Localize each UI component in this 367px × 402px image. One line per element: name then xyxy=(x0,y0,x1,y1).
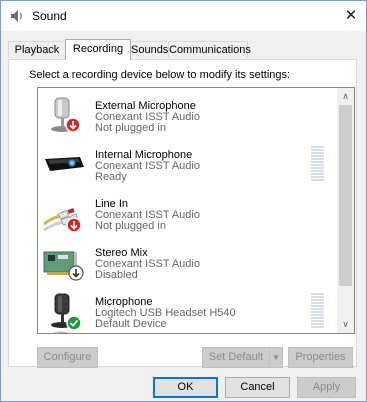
device-status: Ready xyxy=(95,171,127,183)
apply-button[interactable]: Apply xyxy=(297,377,356,398)
internal-microphone-icon xyxy=(45,157,84,171)
unplugged-badge-icon xyxy=(66,217,82,233)
set-default-dropdown-arrow-icon[interactable]: ▼ xyxy=(269,347,283,368)
level-meter xyxy=(311,293,324,329)
device-status: Disabled xyxy=(95,269,138,281)
instructions-text: Select a recording device below to modif… xyxy=(29,69,291,81)
level-meter xyxy=(311,146,324,182)
tab-communications[interactable]: Communications xyxy=(168,41,251,58)
device-status: Not plugged in xyxy=(95,220,166,232)
device-list-scrollbar[interactable]: ∧ ∨ xyxy=(337,88,354,333)
speaker-icon xyxy=(11,10,22,22)
partial-device-icon xyxy=(52,331,70,333)
properties-button[interactable]: Properties xyxy=(288,347,353,368)
tab-sounds[interactable]: Sounds xyxy=(130,41,169,58)
disabled-badge-icon xyxy=(68,265,84,281)
title-bar[interactable]: Sound ✕ xyxy=(1,1,366,31)
list-item-internal-microphone[interactable]: Internal Microphone Conexant ISST Audio … xyxy=(38,141,336,189)
microphone-icon xyxy=(51,97,81,133)
ok-button[interactable]: OK xyxy=(153,377,218,398)
sound-dialog: Sound ✕ Playback Recording Sounds Commun… xyxy=(0,0,367,402)
unplugged-badge-icon xyxy=(65,117,81,133)
device-status: Not plugged in xyxy=(95,122,166,134)
line-in-cable-icon xyxy=(43,208,82,233)
headset-microphone-icon xyxy=(51,293,82,331)
scroll-thumb[interactable] xyxy=(339,105,352,286)
list-item-line-in[interactable]: Line In Conexant ISST Audio Not plugged … xyxy=(38,190,336,238)
device-list[interactable]: External Microphone Conexant ISST Audio … xyxy=(37,87,355,334)
window-title: Sound xyxy=(32,9,67,23)
list-item-external-microphone[interactable]: External Microphone Conexant ISST Audio … xyxy=(38,92,336,140)
scroll-up-arrow-icon[interactable]: ∧ xyxy=(337,88,354,105)
device-status: Default Device xyxy=(95,318,167,330)
list-item-stereo-mix[interactable]: Stereo Mix Conexant ISST Audio Disabled xyxy=(38,239,336,287)
set-default-button[interactable]: Set Default xyxy=(202,347,270,368)
configure-button[interactable]: Configure xyxy=(37,347,98,368)
list-item-microphone[interactable]: Microphone Logitech USB Headset H540 Def… xyxy=(38,288,336,333)
scroll-down-arrow-icon[interactable]: ∨ xyxy=(337,316,354,333)
tab-recording[interactable]: Recording xyxy=(65,39,131,60)
cancel-button[interactable]: Cancel xyxy=(225,377,290,398)
close-button[interactable]: ✕ xyxy=(336,1,366,31)
default-checkmark-icon xyxy=(66,315,82,331)
tab-playback[interactable]: Playback xyxy=(8,41,66,58)
sound-card-icon xyxy=(43,251,84,281)
